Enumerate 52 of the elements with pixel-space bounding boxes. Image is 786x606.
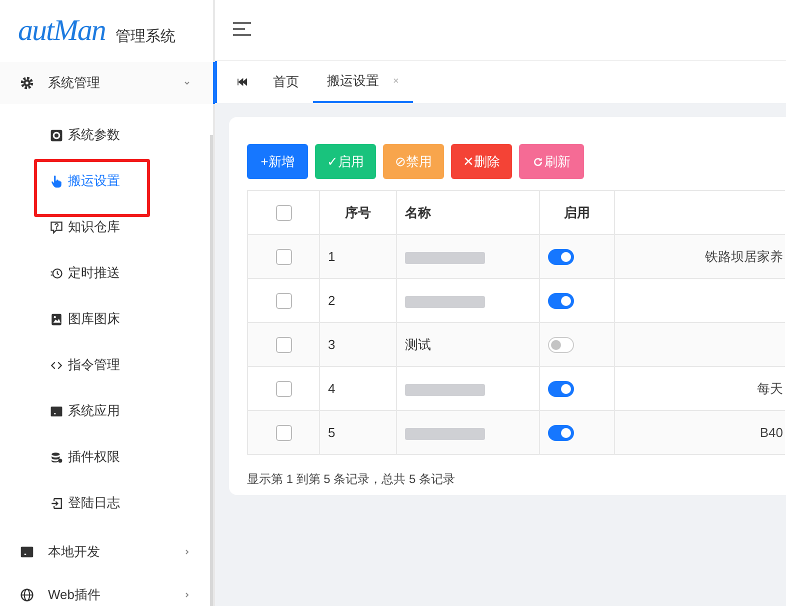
gear-square-icon: [50, 128, 63, 142]
toggle-switch[interactable]: [548, 424, 574, 441]
table-cell: 测试: [396, 322, 540, 366]
image-icon: [50, 312, 63, 326]
tab[interactable]: 搬运设置 ×: [313, 61, 413, 103]
rewind-icon: [237, 78, 247, 86]
window-icon: [50, 404, 63, 418]
caret-icon: [183, 590, 191, 598]
row-checkbox[interactable]: [276, 424, 292, 441]
delete-button[interactable]: ✕删除: [451, 144, 512, 179]
select-all-checkbox[interactable]: [276, 204, 292, 221]
table-cell: 1: [320, 234, 396, 278]
table-cell: 5: [320, 410, 396, 454]
row-checkbox[interactable]: [276, 380, 292, 397]
menu-item[interactable]: 插件权限: [0, 434, 213, 480]
toggle-switch[interactable]: [548, 380, 574, 397]
row-checkbox[interactable]: [276, 336, 292, 353]
caret-icon: [183, 79, 191, 87]
toggle-switch[interactable]: [548, 336, 574, 353]
row-checkbox[interactable]: [276, 248, 292, 265]
pagination-info: 显示第 1 到第 5 条记录，总共 5 条记录: [247, 471, 456, 488]
toggle-switch[interactable]: [548, 248, 574, 265]
question-bubble-icon: [50, 220, 63, 234]
table-cell: 每天: [757, 380, 783, 396]
clock-icon: [50, 266, 63, 280]
menu-item[interactable]: 图库图床: [0, 296, 213, 342]
menu-item[interactable]: 知识仓库: [0, 204, 213, 250]
menu-item[interactable]: 登陆日志: [0, 480, 213, 526]
tab[interactable]: 首页: [267, 61, 313, 103]
menu-group[interactable]: 系统管理: [0, 62, 215, 104]
menu-item[interactable]: 指令管理: [0, 342, 213, 388]
menu-item[interactable]: 定时推送: [0, 250, 213, 296]
table-cell: B40: [760, 425, 783, 440]
menu-item[interactable]: 搬运设置: [0, 158, 213, 204]
add-button[interactable]: +新增: [247, 144, 308, 179]
logo-brand: autMan: [18, 14, 106, 48]
refresh-icon: [532, 156, 542, 166]
window-icon: [20, 544, 34, 558]
logo-title: 管理系统: [115, 26, 176, 46]
caret-icon: [183, 548, 191, 556]
login-icon: [50, 496, 63, 510]
gear-icon: [20, 76, 34, 90]
toggle-switch[interactable]: [548, 292, 574, 309]
table-cell: 铁路坝居家养: [705, 248, 783, 264]
pointing-hand-icon: [50, 174, 63, 188]
menu-item[interactable]: 系统应用: [0, 388, 213, 434]
table-cell: 3: [320, 322, 396, 366]
menu-button[interactable]: [233, 22, 253, 38]
menu-item[interactable]: 系统参数: [0, 112, 213, 158]
row-checkbox[interactable]: [276, 292, 292, 309]
globe-icon: [20, 588, 34, 602]
database-icon: [50, 450, 63, 464]
